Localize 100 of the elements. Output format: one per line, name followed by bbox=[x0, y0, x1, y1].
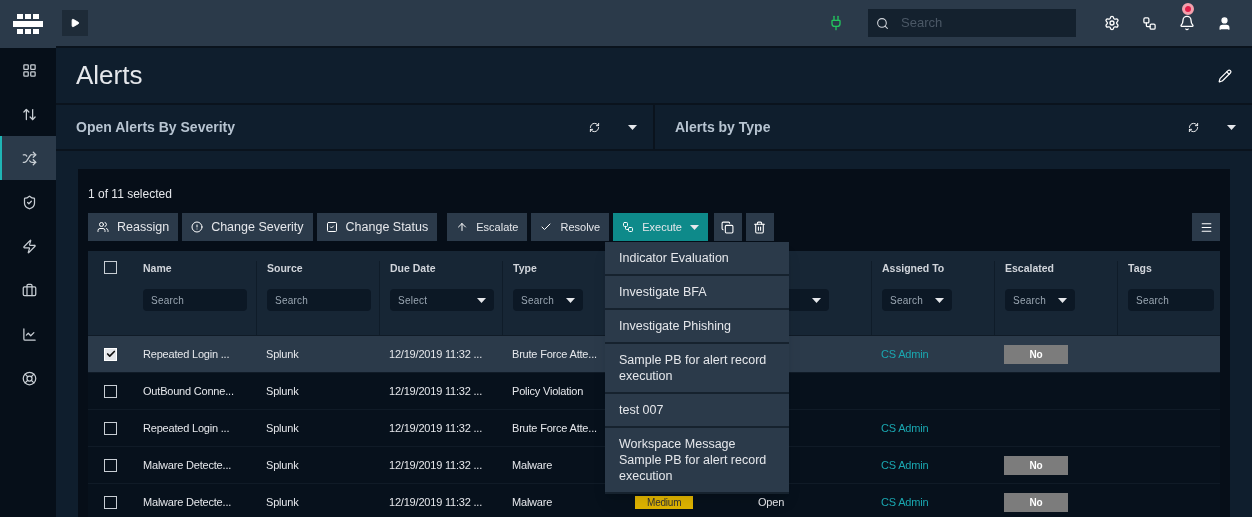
shuffle-icon bbox=[21, 150, 37, 166]
refresh-icon[interactable] bbox=[1188, 121, 1199, 133]
filter-select[interactable]: Search bbox=[1005, 289, 1075, 311]
checkbox[interactable] bbox=[104, 458, 117, 472]
table-cell: Policy Violation bbox=[512, 384, 584, 397]
lightning-icon bbox=[21, 238, 37, 254]
play-icon bbox=[70, 18, 80, 28]
action-button[interactable]: Change Severity bbox=[182, 213, 313, 241]
caret-icon bbox=[689, 224, 699, 230]
column-header: Escalated bbox=[1005, 261, 1056, 275]
menu-item[interactable]: Investigate BFA bbox=[605, 276, 789, 310]
table-cell: Repeated Login ... bbox=[143, 347, 230, 360]
table-cell: Splunk bbox=[266, 384, 299, 397]
delete-button[interactable] bbox=[745, 213, 774, 241]
edit-icon[interactable] bbox=[1218, 68, 1232, 83]
table-cell: Repeated Login ... bbox=[143, 421, 230, 434]
table-cell: 12/19/2019 11:32 ... bbox=[389, 421, 483, 434]
filter-field[interactable]: Search bbox=[143, 289, 247, 311]
table-cell: 12/19/2019 11:32 ... bbox=[389, 458, 483, 471]
assignee-link[interactable]: CS Admin bbox=[881, 421, 929, 434]
table-cell: Splunk bbox=[266, 458, 299, 471]
checkbox[interactable] bbox=[104, 261, 117, 274]
logo-icon[interactable] bbox=[0, 0, 56, 48]
table-cell: 12/19/2019 11:32 ... bbox=[389, 495, 483, 508]
table-cell: Malware Detecte... bbox=[143, 495, 232, 508]
table-cell: Splunk bbox=[266, 421, 299, 434]
severity-badge: Medium bbox=[635, 495, 694, 509]
search-icon bbox=[876, 16, 889, 30]
page-title: Alerts bbox=[76, 59, 144, 92]
table-cell: 12/19/2019 11:32 ... bbox=[389, 384, 483, 397]
column-header: Source bbox=[267, 261, 304, 275]
check-icon bbox=[540, 221, 553, 233]
exclamation-icon bbox=[191, 221, 204, 233]
refresh-icon[interactable] bbox=[589, 121, 600, 133]
users-icon bbox=[97, 221, 109, 233]
table-cell: Brute Force Atte... bbox=[512, 421, 597, 434]
column-header: Tags bbox=[1128, 261, 1153, 275]
menu-icon bbox=[1199, 220, 1213, 234]
plug-icon bbox=[828, 15, 844, 31]
line-chart-icon bbox=[21, 326, 37, 342]
trash-icon bbox=[753, 220, 767, 234]
action-button[interactable]: Resolve bbox=[531, 213, 610, 241]
flow-icon bbox=[622, 221, 635, 233]
widget-title: Alerts by Type bbox=[675, 117, 772, 137]
filter-select[interactable]: Select bbox=[390, 289, 494, 311]
checkbox[interactable] bbox=[104, 384, 117, 398]
column-header: Type bbox=[513, 261, 538, 275]
column-header: Assigned To bbox=[882, 261, 946, 275]
caret-icon bbox=[1058, 297, 1067, 303]
caret-icon bbox=[1227, 124, 1236, 130]
table-cell: OutBound Conne... bbox=[143, 384, 234, 397]
action-button[interactable]: Escalate bbox=[447, 213, 528, 241]
menu-button[interactable] bbox=[1192, 213, 1220, 241]
checkbox-icon bbox=[325, 221, 338, 233]
table-cell: Malware bbox=[512, 495, 553, 508]
menu-item[interactable]: test 007 bbox=[605, 394, 789, 428]
bell-icon[interactable] bbox=[1179, 15, 1195, 31]
menu-item[interactable]: Sample PB for alert record execution bbox=[605, 344, 789, 394]
action-button[interactable]: Reassign bbox=[88, 213, 179, 241]
assignee-link[interactable]: CS Admin bbox=[881, 495, 929, 508]
action-button[interactable]: Execute bbox=[613, 213, 708, 241]
table-cell: Malware Detecte... bbox=[143, 458, 232, 471]
flow-icon[interactable] bbox=[1142, 15, 1157, 31]
lifebuoy-icon bbox=[21, 370, 37, 386]
table-cell: 12/19/2019 11:32 ... bbox=[389, 347, 483, 360]
action-button[interactable]: Change Status bbox=[316, 213, 438, 241]
filter-select[interactable]: Search bbox=[513, 289, 583, 311]
table-cell: Brute Force Atte... bbox=[512, 347, 597, 360]
sort-icon bbox=[21, 106, 37, 122]
table-cell: Malware bbox=[512, 458, 553, 471]
filter-field[interactable]: Search bbox=[1128, 289, 1214, 311]
user-icon[interactable] bbox=[1217, 15, 1232, 31]
column-header: Name bbox=[143, 261, 173, 275]
caret-icon bbox=[935, 297, 944, 303]
menu-item[interactable]: Workspace Message Sample PB for alert record execution bbox=[605, 428, 789, 494]
caret-icon bbox=[477, 297, 486, 303]
menu-item[interactable]: Investigate Phishing bbox=[605, 310, 789, 344]
briefcase-icon bbox=[21, 282, 37, 298]
checkbox[interactable] bbox=[104, 495, 117, 509]
escalated-badge: No bbox=[1004, 344, 1068, 364]
menu-item[interactable]: Indicator Evaluation bbox=[605, 242, 789, 276]
column-header: Due Date bbox=[390, 261, 437, 275]
shield-icon bbox=[21, 194, 37, 210]
caret-icon bbox=[812, 297, 821, 303]
settings-icon[interactable] bbox=[1104, 15, 1120, 31]
assignee-link[interactable]: CS Admin bbox=[881, 458, 929, 471]
nav-item[interactable] bbox=[0, 136, 56, 180]
grid-icon bbox=[21, 62, 37, 78]
escalated-badge: No bbox=[1004, 492, 1068, 512]
copy-button[interactable] bbox=[713, 213, 742, 241]
copy-icon bbox=[721, 220, 735, 234]
table-cell: Splunk bbox=[266, 495, 299, 508]
widget-title: Open Alerts By Severity bbox=[76, 117, 236, 137]
filter-field[interactable]: Search bbox=[267, 289, 371, 311]
caret-icon bbox=[566, 297, 575, 303]
assignee-link[interactable]: CS Admin bbox=[881, 347, 929, 360]
expand-button[interactable] bbox=[62, 10, 88, 36]
filter-select[interactable]: Search bbox=[882, 289, 952, 311]
table-cell: Splunk bbox=[266, 347, 299, 360]
checkbox[interactable] bbox=[104, 421, 117, 435]
